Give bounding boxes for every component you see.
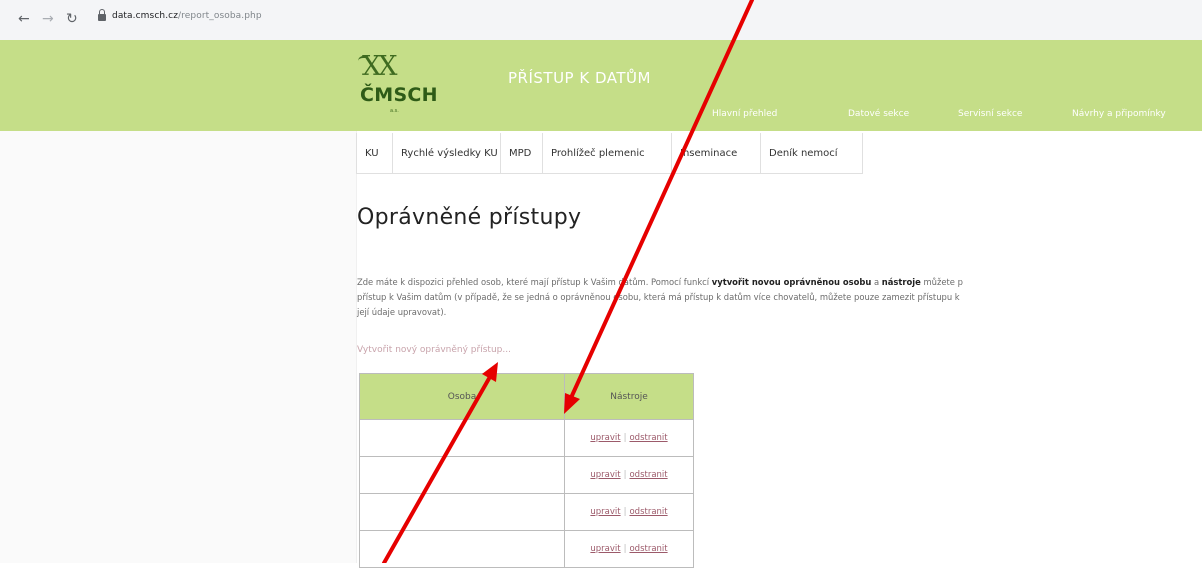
annotation-arrows	[382, 0, 754, 563]
arrow-line	[568, 0, 754, 402]
arrow-to-tools-header	[564, 0, 754, 414]
arrow-to-new-access-link	[382, 362, 498, 563]
arrowhead	[564, 393, 580, 414]
arrow-line	[382, 373, 493, 563]
